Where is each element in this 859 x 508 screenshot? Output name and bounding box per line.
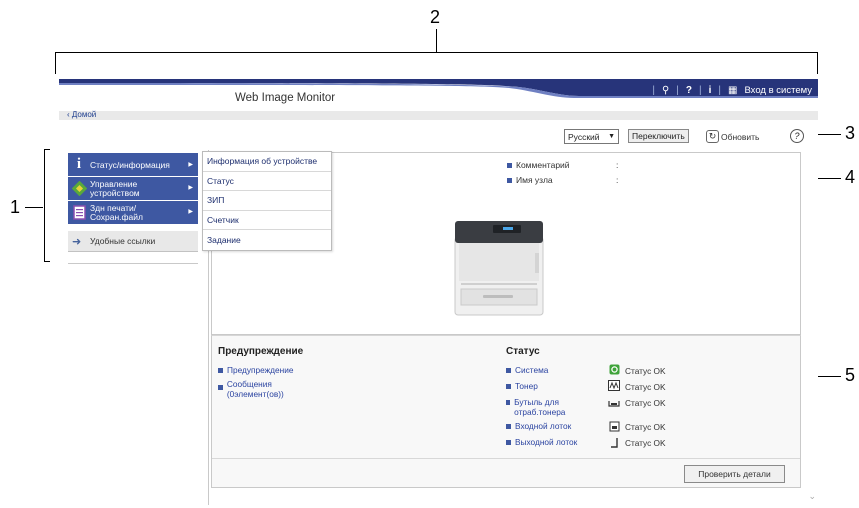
- breadcrumb-home[interactable]: ‹ Домой: [67, 110, 96, 119]
- refresh-button[interactable]: ↻ Обновить: [706, 130, 760, 143]
- bullet-icon: [507, 162, 512, 168]
- submenu-device-info[interactable]: Информация об устройстве: [203, 152, 331, 172]
- callout-5: 5: [845, 365, 856, 385]
- header-nav: | ⚲ | ? | i | ▦ Вход в систему: [652, 84, 812, 96]
- switch-language-button[interactable]: Переключить: [628, 129, 689, 143]
- warning-link[interactable]: Предупреждение: [218, 365, 293, 376]
- callout-3: 3: [845, 123, 856, 143]
- bullet-icon: [506, 400, 511, 405]
- status-panel-divider: [212, 458, 800, 459]
- comment-value: :: [616, 160, 619, 170]
- messages-link[interactable]: Сообщения (0элемент(ов)): [218, 379, 328, 400]
- comment-label: Комментарий: [516, 160, 570, 170]
- output-tray-icon: [608, 437, 620, 450]
- sidebar: i Статус/информация ▶ Управление устройс…: [59, 150, 209, 505]
- bullet-icon: [218, 385, 223, 390]
- bullet-icon: [506, 424, 511, 429]
- callout-4: 4: [845, 167, 856, 187]
- device-management-icon: [71, 180, 87, 197]
- callout-2-stem: [436, 29, 437, 52]
- sidebar-item-label: Здн печати/Сохран.файл: [90, 202, 143, 222]
- callout-1-bracket-top: [44, 149, 50, 150]
- sidebar-item-label: Статус/информация: [90, 159, 170, 170]
- bullet-icon: [218, 368, 223, 373]
- check-details-button[interactable]: Проверить детали: [684, 465, 785, 483]
- sidebar-item-device-management[interactable]: Управление устройством ▶: [68, 177, 198, 200]
- host-label: Имя узла: [516, 175, 553, 185]
- language-select[interactable]: Русский ▼: [564, 129, 619, 144]
- status-waste-toner-value: Статус OK: [625, 398, 666, 408]
- printer-image: [454, 221, 544, 316]
- callout-2: 2: [430, 7, 441, 27]
- scroll-down-icon[interactable]: ⌄: [808, 491, 816, 502]
- callout-1-stem: [25, 207, 43, 208]
- chevron-right-icon: ▶: [188, 209, 193, 215]
- status-output-tray-link[interactable]: Выходной лоток: [506, 437, 577, 448]
- refresh-icon: ↻: [706, 130, 719, 143]
- login-link[interactable]: Вход в систему: [744, 85, 812, 96]
- bullet-icon: [507, 177, 512, 183]
- status-info-submenu: Информация об устройстве Статус ЗИП Счет…: [202, 151, 332, 251]
- language-value: Русский: [568, 131, 600, 142]
- status-title: Статус: [506, 346, 540, 357]
- submenu-status[interactable]: Статус: [203, 172, 331, 191]
- waste-toner-icon: [608, 398, 620, 410]
- quick-links-label: Удобные ссылки: [90, 236, 156, 246]
- quick-links[interactable]: ➜ Удобные ссылки: [68, 231, 198, 252]
- status-system-link[interactable]: Система: [506, 365, 548, 376]
- status-system-value: Статус OK: [625, 366, 666, 376]
- callout-1-bracket: [44, 149, 45, 261]
- callout-2-bracket-right: [817, 52, 818, 74]
- bullet-icon: [506, 368, 511, 373]
- sidebar-item-label: Управление устройством: [90, 178, 140, 198]
- callout-2-bracket-top: [55, 52, 818, 53]
- status-waste-toner-link[interactable]: Бутыль для отраб.тонера: [506, 397, 596, 418]
- callout-1-bracket-bottom: [44, 261, 50, 262]
- sidebar-item-print-jobs[interactable]: Здн печати/Сохран.файл ▶: [68, 201, 198, 224]
- comment-row: Комментарий :: [507, 160, 618, 170]
- web-image-monitor-screen: Web Image Monitor | ⚲ | ? | i | ▦ Вход в…: [59, 79, 818, 508]
- host-value: :: [616, 175, 619, 185]
- help-icon[interactable]: ?: [790, 129, 804, 143]
- submenu-supplies[interactable]: ЗИП: [203, 191, 331, 211]
- print-job-icon: [71, 204, 87, 221]
- system-ok-icon: [608, 364, 620, 377]
- callout-2-bracket-left: [55, 52, 56, 74]
- status-toner-link[interactable]: Тонер: [506, 381, 538, 392]
- search-icon[interactable]: ⚲: [662, 85, 669, 96]
- status-input-tray-value: Статус OK: [625, 422, 666, 432]
- breadcrumb-bar: [59, 111, 818, 120]
- input-tray-icon: [608, 421, 620, 434]
- sidebar-divider: [68, 263, 198, 264]
- status-panel: Предупреждение Предупреждение Сообщения …: [211, 335, 801, 488]
- chevron-right-icon: ▶: [188, 185, 193, 191]
- submenu-counter[interactable]: Счетчик: [203, 211, 331, 230]
- warnings-title: Предупреждение: [218, 346, 304, 357]
- submenu-job[interactable]: Задание: [203, 230, 331, 250]
- refresh-label: Обновить: [721, 131, 760, 142]
- status-toner-value: Статус OK: [625, 382, 666, 392]
- login-icon[interactable]: ▦: [728, 85, 737, 96]
- status-input-tray-link[interactable]: Входной лоток: [506, 421, 571, 432]
- page-header: Web Image Monitor | ⚲ | ? | i | ▦ Вход в…: [59, 79, 818, 111]
- chevron-right-icon: ▶: [188, 162, 193, 168]
- bullet-icon: [506, 440, 511, 445]
- app-title: Web Image Monitor: [235, 92, 336, 104]
- link-arrow-icon: ➜: [72, 235, 82, 248]
- help-menu-icon[interactable]: ?: [686, 85, 692, 96]
- sidebar-item-status-info[interactable]: i Статус/информация ▶: [68, 153, 198, 176]
- toner-icon: [608, 380, 620, 393]
- host-row: Имя узла :: [507, 175, 618, 185]
- chevron-down-icon: ▼: [608, 133, 615, 140]
- info-menu-icon[interactable]: i: [709, 85, 712, 96]
- callout-1: 1: [10, 197, 21, 217]
- status-output-tray-value: Статус OK: [625, 438, 666, 448]
- bullet-icon: [506, 384, 511, 389]
- info-icon: i: [76, 156, 82, 172]
